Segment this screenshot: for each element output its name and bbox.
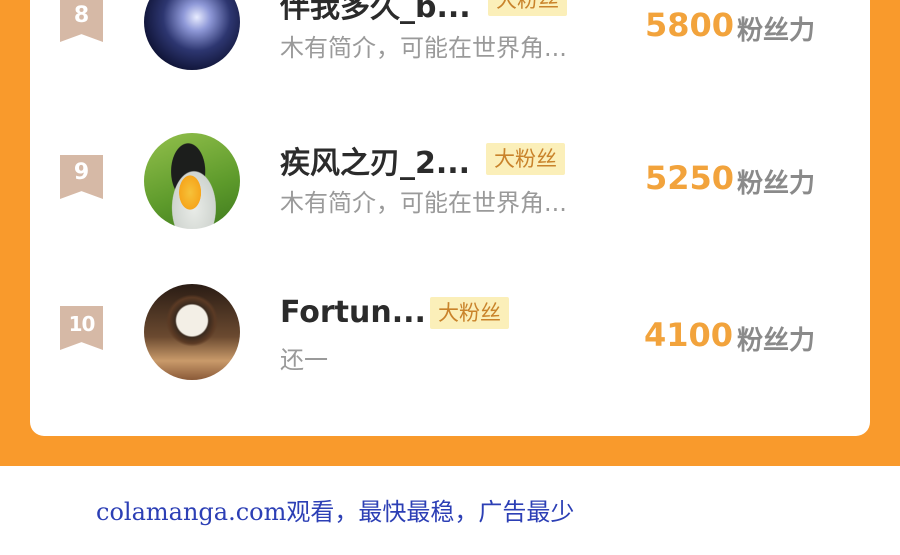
fan-power-unit: 粉丝力 <box>737 169 816 199</box>
user-bio: 木有简介，可能在世界角... <box>280 34 567 62</box>
user-name[interactable]: Fortun... <box>280 295 426 330</box>
penguin-avatar-icon[interactable] <box>144 133 240 229</box>
user-name[interactable]: 伴我多久_b... <box>280 0 471 26</box>
rank-ribbon: 9 <box>60 155 103 199</box>
user-bio: 木有简介，可能在世界角... <box>280 189 567 217</box>
galaxy-avatar-icon[interactable] <box>144 0 240 70</box>
fan-power-score: 5800 <box>645 6 735 44</box>
rank-ribbon: 10 <box>60 306 103 350</box>
footer-watermark-link[interactable]: colamanga.com观看，最快最稳，广告最少 <box>96 492 574 527</box>
rank-ribbon: 8 <box>60 0 103 42</box>
fan-ranking-card: 8 伴我多久_b... 大粉丝 木有简介，可能在世界角... 5800 粉丝力 … <box>30 0 870 436</box>
fan-power-unit: 粉丝力 <box>737 326 816 356</box>
fan-power-score: 4100 <box>644 316 734 354</box>
user-name[interactable]: 疾风之刃_2... <box>280 138 470 182</box>
fan-level-badge: 大粉丝 <box>486 143 565 175</box>
ranking-row[interactable]: 9 疾风之刃_2... 大粉丝 木有简介，可能在世界角... 5250 粉丝力 <box>30 133 870 235</box>
ranking-row[interactable]: 8 伴我多久_b... 大粉丝 木有简介，可能在世界角... 5800 粉丝力 <box>30 0 870 80</box>
user-bio: 还一 <box>280 346 328 374</box>
ranking-row[interactable]: 10 Fortun... 大粉丝 还一 4100 粉丝力 <box>30 284 870 388</box>
fan-power-unit: 粉丝力 <box>737 16 816 46</box>
fan-level-badge: 大粉丝 <box>488 0 567 16</box>
fan-power-score: 5250 <box>645 159 735 197</box>
fan-level-badge: 大粉丝 <box>430 297 509 329</box>
clock-avatar-icon[interactable] <box>144 284 240 380</box>
